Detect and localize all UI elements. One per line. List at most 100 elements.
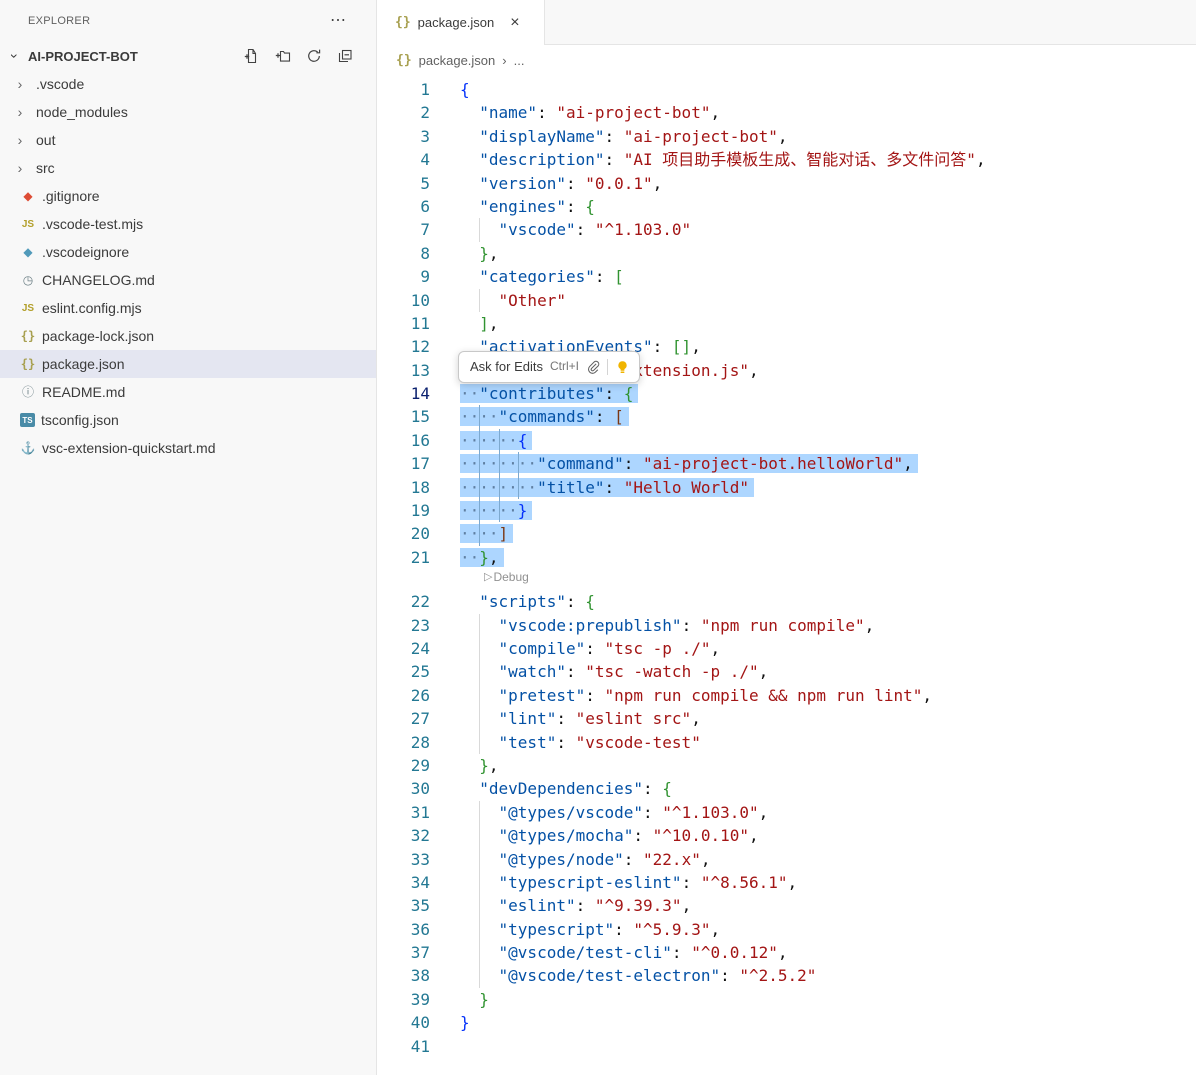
code-line-34: 34 "typescript-eslint": "^8.56.1",	[377, 871, 1196, 894]
chevron-right-icon: ›	[12, 160, 28, 176]
editor-group: {} package.json × {} package.json › ... …	[377, 0, 1196, 1075]
selection-highlight: ······{	[460, 431, 532, 450]
line-number: 39	[377, 988, 430, 1011]
chevron-right-icon: ›	[502, 53, 506, 68]
git-icon: ◆	[20, 189, 36, 204]
chevron-right-icon: ›	[12, 132, 28, 148]
code-line-41: 41	[377, 1035, 1196, 1058]
line-number: 38	[377, 964, 430, 987]
folder-label: node_modules	[36, 104, 128, 120]
file-item-package.json[interactable]: {}package.json	[0, 350, 376, 378]
indent-guide	[479, 637, 480, 660]
codelens-debug-link[interactable]: ▷Debug	[484, 566, 529, 589]
file-item-CHANGELOG.md[interactable]: ◷CHANGELOG.md	[0, 266, 376, 294]
folder-label: src	[36, 160, 55, 176]
file-item-package-lock.json[interactable]: {}package-lock.json	[0, 322, 376, 350]
code-line-40: 40}	[377, 1011, 1196, 1034]
file-item-.vscodeignore[interactable]: ◆ .vscodeignore	[0, 238, 376, 266]
code-line-20: 20····]	[377, 522, 1196, 545]
tab-package-json[interactable]: {} package.json ×	[377, 0, 545, 45]
inline-chat-widget[interactable]: Ask for Edits Ctrl+I	[458, 351, 640, 383]
json-braces-icon: {}	[395, 15, 411, 30]
code-line-2: 2 "name": "ai-project-bot",	[377, 101, 1196, 124]
line-number: 37	[377, 941, 430, 964]
explorer-header: EXPLORER ⋯	[0, 0, 376, 42]
folder-item-out[interactable]: ›out	[0, 126, 376, 154]
indent-guide	[479, 871, 480, 894]
new-folder-button[interactable]	[274, 47, 292, 65]
inline-chat-shortcut: Ctrl+I	[550, 355, 579, 378]
code-line-33: 33 "@types/node": "22.x",	[377, 848, 1196, 871]
indent-guide	[499, 476, 500, 499]
breadcrumb-file[interactable]: package.json	[419, 53, 496, 68]
codelens-label: Debug	[493, 566, 528, 589]
new-file-button[interactable]	[243, 47, 261, 65]
file-item-vsc-extension-quickstart.md[interactable]: ⚓vsc-extension-quickstart.md	[0, 434, 376, 462]
file-label: .gitignore	[42, 188, 100, 204]
play-icon: ▷	[484, 566, 492, 589]
line-number: 17	[377, 452, 430, 475]
file-item-.vscode-test.mjs[interactable]: JS.vscode-test.mjs	[0, 210, 376, 238]
explorer-toolbar	[243, 47, 376, 65]
indent-guide	[479, 894, 480, 917]
code-line-21: 21··},	[377, 546, 1196, 569]
file-item-tsconfig.json[interactable]: TStsconfig.json	[0, 406, 376, 434]
file-item-.gitignore[interactable]: ◆ .gitignore	[0, 182, 376, 210]
collapse-all-button[interactable]	[336, 47, 354, 65]
line-number: 8	[377, 242, 430, 265]
file-item-eslint.config.mjs[interactable]: JSeslint.config.mjs	[0, 294, 376, 322]
more-actions-icon[interactable]: ⋯	[330, 13, 346, 29]
line-number: 34	[377, 871, 430, 894]
indent-guide	[479, 824, 480, 847]
code-line-25: 25 "watch": "tsc -watch -p ./",	[377, 660, 1196, 683]
file-label: eslint.config.mjs	[42, 300, 142, 316]
line-number: 19	[377, 499, 430, 522]
attach-icon[interactable]	[586, 360, 600, 374]
code-line-24: 24 "compile": "tsc -p ./",	[377, 637, 1196, 660]
selection-highlight: ··"contributes": {	[460, 384, 638, 403]
tabbar-divider	[545, 44, 1196, 45]
indent-guide	[479, 707, 480, 730]
file-list: ›.vscode›node_modules›out›src◆.gitignore…	[0, 70, 376, 462]
line-number: 36	[377, 918, 430, 941]
lightbulb-icon[interactable]	[615, 360, 630, 375]
code-line-27: 27 "lint": "eslint src",	[377, 707, 1196, 730]
line-number: 16	[377, 429, 430, 452]
code-line-38: 38 "@vscode/test-electron": "^2.5.2"	[377, 964, 1196, 987]
file-item-README.md[interactable]: ⓘREADME.md	[0, 378, 376, 406]
code-editor[interactable]: 1{2 "name": "ai-project-bot",3 "displayN…	[377, 76, 1196, 1075]
line-number: 13	[377, 359, 430, 382]
line-number: 26	[377, 684, 430, 707]
refresh-button[interactable]	[305, 47, 323, 65]
code-line-6: 6 "engines": {	[377, 195, 1196, 218]
close-icon[interactable]: ×	[510, 15, 519, 31]
code-line-4: 4 "description": "AI 项目助手模板生成、智能对话、多文件问答…	[377, 148, 1196, 171]
indent-guide	[479, 289, 480, 312]
line-number: 15	[377, 405, 430, 428]
line-number: 12	[377, 335, 430, 358]
markdown-icon: ⚓	[20, 441, 36, 456]
indent-guide	[518, 476, 519, 499]
file-label: .vscodeignore	[42, 244, 129, 260]
chevron-down-icon: ›	[7, 49, 23, 63]
breadcrumb-more[interactable]: ...	[514, 53, 525, 68]
line-number: 30	[377, 777, 430, 800]
code-line-26: 26 "pretest": "npm run compile && npm ru…	[377, 684, 1196, 707]
code-line-37: 37 "@vscode/test-cli": "^0.0.12",	[377, 941, 1196, 964]
info-icon: ⓘ	[20, 385, 36, 400]
code-line-8: 8 },	[377, 242, 1196, 265]
json-braces-icon: {}	[20, 357, 36, 372]
folder-item-src[interactable]: › src	[0, 154, 376, 182]
line-number: 32	[377, 824, 430, 847]
folder-item-.vscode[interactable]: ›.vscode	[0, 70, 376, 98]
code-line-7: 7 "vscode": "^1.103.0"	[377, 218, 1196, 241]
indent-guide	[479, 660, 480, 683]
line-number: 14	[377, 382, 430, 405]
folder-item-node_modules[interactable]: ›node_modules	[0, 98, 376, 126]
indent-guide	[479, 848, 480, 871]
indent-guide	[479, 731, 480, 754]
vscode-icon: ◆	[20, 245, 36, 260]
ts-icon: TS	[20, 413, 35, 427]
explorer-root-row[interactable]: › AI-PROJECT-BOT	[0, 42, 376, 70]
selection-highlight: ····"commands": [	[460, 407, 629, 426]
